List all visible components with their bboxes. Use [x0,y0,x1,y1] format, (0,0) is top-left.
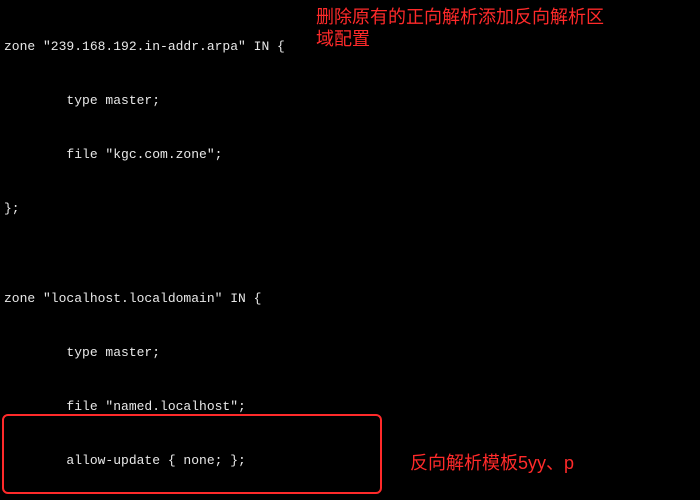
code-line: type master; [4,92,696,110]
code-line: zone "239.168.192.in-addr.arpa" IN { [4,38,696,56]
code-line: file "named.localhost"; [4,398,696,416]
code-line: zone "localhost.localdomain" IN { [4,290,696,308]
code-line: }; [4,200,696,218]
code-line: file "kgc.com.zone"; [4,146,696,164]
code-line: type master; [4,344,696,362]
code-line: allow-update { none; }; [4,452,696,470]
terminal-viewport[interactable]: zone "239.168.192.in-addr.arpa" IN { typ… [0,0,700,500]
